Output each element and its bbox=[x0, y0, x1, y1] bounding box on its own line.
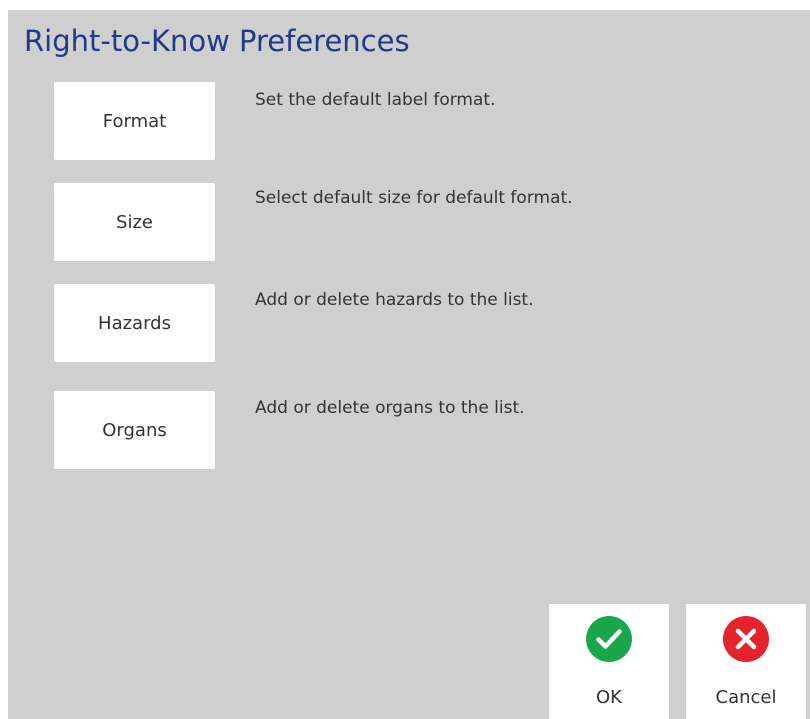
size-button[interactable]: Size bbox=[54, 183, 215, 261]
hazards-description: Add or delete hazards to the list. bbox=[255, 290, 534, 310]
organs-button[interactable]: Organs bbox=[54, 391, 215, 469]
ok-button[interactable]: OK bbox=[549, 604, 669, 719]
cancel-label: Cancel bbox=[715, 687, 777, 708]
ok-label: OK bbox=[596, 687, 622, 708]
format-button[interactable]: Format bbox=[54, 82, 215, 160]
format-description: Set the default label format. bbox=[255, 90, 496, 110]
organs-description: Add or delete organs to the list. bbox=[255, 398, 525, 418]
preferences-dialog: Right-to-Know Preferences Format Set the… bbox=[8, 10, 810, 719]
hazards-button[interactable]: Hazards bbox=[54, 284, 215, 362]
close-icon bbox=[723, 616, 769, 662]
check-icon bbox=[586, 616, 632, 662]
size-description: Select default size for default format. bbox=[255, 188, 573, 208]
cancel-button[interactable]: Cancel bbox=[686, 604, 806, 719]
page-title: Right-to-Know Preferences bbox=[24, 24, 410, 58]
